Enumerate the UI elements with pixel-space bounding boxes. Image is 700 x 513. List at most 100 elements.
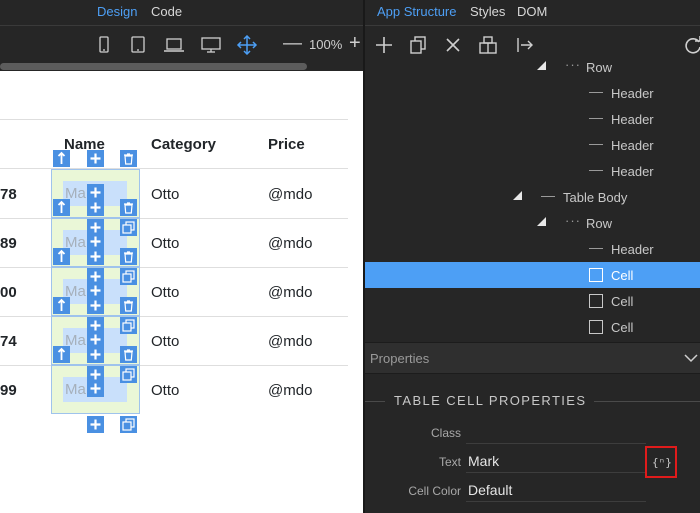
tab-styles[interactable]: Styles xyxy=(470,4,505,19)
add-icon[interactable] xyxy=(374,35,394,55)
inspector-panel: App Structure Styles DOM ··· Row Header … xyxy=(365,0,700,513)
row-number: 00 xyxy=(0,284,17,301)
header-price[interactable]: Price xyxy=(268,136,305,153)
tab-dom[interactable]: DOM xyxy=(517,4,547,19)
desktop-icon[interactable] xyxy=(200,35,222,55)
duplicate-icon[interactable] xyxy=(120,366,137,383)
row-number: 99 xyxy=(0,382,17,399)
cell-category[interactable]: Otto xyxy=(151,186,179,203)
text-label: Text xyxy=(438,455,461,469)
class-label: Class xyxy=(430,426,461,440)
component-icon[interactable] xyxy=(478,35,498,55)
tree-item-label: Header xyxy=(611,242,654,257)
add-icon[interactable] xyxy=(87,380,104,397)
header-category[interactable]: Category xyxy=(151,136,216,153)
move-up-icon[interactable] xyxy=(53,346,70,363)
move-up-icon[interactable] xyxy=(53,297,70,314)
delete-icon[interactable] xyxy=(120,248,137,265)
tab-design[interactable]: Design xyxy=(97,4,137,19)
refresh-icon[interactable] xyxy=(683,35,700,55)
section-divider xyxy=(365,401,385,402)
move-up-icon[interactable] xyxy=(53,199,70,216)
delete-icon[interactable] xyxy=(120,297,137,314)
tree-item-header[interactable]: Header xyxy=(365,236,700,262)
tree-item-label: Cell xyxy=(611,294,634,309)
collapse-triangle-icon[interactable] xyxy=(537,217,546,226)
delete-icon[interactable] xyxy=(120,150,137,167)
collapse-triangle-icon[interactable] xyxy=(537,61,546,70)
checkbox-icon xyxy=(589,294,603,308)
cell-category[interactable]: Otto xyxy=(151,235,179,252)
tree-item-row[interactable]: ··· Row xyxy=(365,210,700,236)
tree-item-label: Row xyxy=(586,216,613,231)
more-dots-icon: ··· xyxy=(565,213,581,228)
zoom-level: 100% xyxy=(309,37,343,52)
dash-icon xyxy=(589,118,603,119)
delete-icon[interactable] xyxy=(120,199,137,216)
horizontal-scrollbar[interactable] xyxy=(0,62,363,71)
phone-icon[interactable] xyxy=(93,35,115,55)
tree-item-cell-selected[interactable]: Cell xyxy=(365,262,700,288)
tree-item-label: Row xyxy=(586,60,613,75)
cell-color-select[interactable]: Default xyxy=(468,482,512,498)
add-icon[interactable] xyxy=(87,416,104,433)
design-canvas[interactable]: Name Category Price 78 Ma Otto @mdo 89 M… xyxy=(0,71,363,513)
tree-item-header[interactable]: Header xyxy=(365,132,700,158)
add-icon[interactable] xyxy=(87,346,104,363)
properties-title: Properties xyxy=(370,351,430,366)
close-icon[interactable] xyxy=(443,35,463,55)
duplicate-icon[interactable] xyxy=(120,416,137,433)
tree-item-header[interactable]: Header xyxy=(365,106,700,132)
zoom-out-button[interactable]: — xyxy=(283,33,302,55)
duplicate-icon[interactable] xyxy=(120,268,137,285)
checkbox-icon xyxy=(589,268,603,282)
cell-price[interactable]: @mdo xyxy=(268,333,312,350)
table-top-border xyxy=(0,119,348,120)
move-up-icon[interactable] xyxy=(53,248,70,265)
copy-icon[interactable] xyxy=(408,35,428,55)
add-icon[interactable] xyxy=(87,297,104,314)
add-icon[interactable] xyxy=(87,199,104,216)
delete-icon[interactable] xyxy=(120,346,137,363)
right-tab-bar: App Structure Styles DOM xyxy=(365,0,700,25)
cell-category[interactable]: Otto xyxy=(151,382,179,399)
tree-item-table-body[interactable]: Table Body xyxy=(365,184,700,210)
tree-item-row[interactable]: ··· Row xyxy=(365,54,700,80)
design-panel: Design Code — 100% + Name Category Price xyxy=(0,0,363,513)
duplicate-icon[interactable] xyxy=(120,219,137,236)
move-up-icon[interactable] xyxy=(53,150,70,167)
tree-item-label: Header xyxy=(611,138,654,153)
tree-item-cell[interactable]: Cell xyxy=(365,314,700,340)
row-number: 89 xyxy=(0,235,17,252)
tree-item-label: Header xyxy=(611,164,654,179)
add-icon[interactable] xyxy=(87,248,104,265)
tablet-icon[interactable] xyxy=(127,35,149,55)
cell-name[interactable]: Ma xyxy=(65,381,86,398)
laptop-icon[interactable] xyxy=(163,35,185,55)
chevron-down-icon[interactable] xyxy=(684,351,698,365)
tree-item-cell[interactable]: Cell xyxy=(365,288,700,314)
collapse-triangle-icon[interactable] xyxy=(513,191,522,200)
add-icon[interactable] xyxy=(87,150,104,167)
tab-code[interactable]: Code xyxy=(151,4,182,19)
cell-color-underline xyxy=(466,501,646,502)
tab-app-structure[interactable]: App Structure xyxy=(377,4,457,19)
cell-price[interactable]: @mdo xyxy=(268,186,312,203)
cell-category[interactable]: Otto xyxy=(151,333,179,350)
cell-price[interactable]: @mdo xyxy=(268,235,312,252)
indent-arrow-icon[interactable] xyxy=(515,35,535,55)
text-input[interactable]: Mark xyxy=(468,453,499,469)
expression-button[interactable]: {ⁿ} xyxy=(645,446,677,478)
properties-header[interactable]: Properties xyxy=(365,342,700,374)
zoom-in-button[interactable]: + xyxy=(349,32,361,55)
tree-item-header[interactable]: Header xyxy=(365,80,700,106)
tree-item-header[interactable]: Header xyxy=(365,158,700,184)
dash-icon xyxy=(589,92,603,93)
scrollbar-thumb[interactable] xyxy=(0,63,307,70)
duplicate-icon[interactable] xyxy=(120,317,137,334)
move-arrows-icon[interactable] xyxy=(236,35,258,55)
expression-icon: {ⁿ} xyxy=(652,456,672,469)
cell-price[interactable]: @mdo xyxy=(268,284,312,301)
cell-category[interactable]: Otto xyxy=(151,284,179,301)
cell-price[interactable]: @mdo xyxy=(268,382,312,399)
